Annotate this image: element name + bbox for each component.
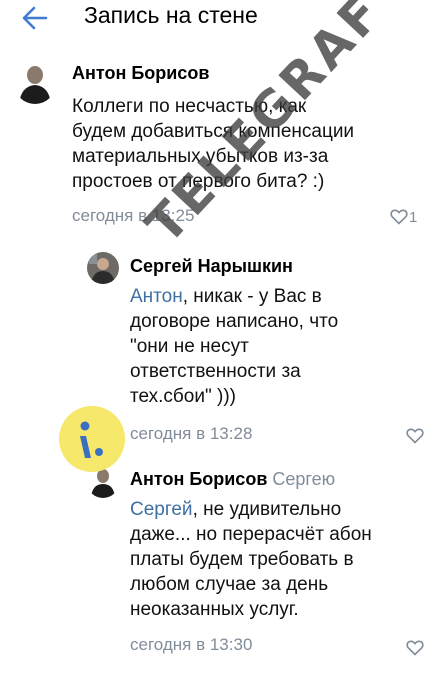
comment-date: сегодня в 13:28: [130, 424, 253, 443]
comment-author[interactable]: Антон Борисов Сергею: [130, 469, 335, 490]
comment-date: сегодня в 13:30: [130, 635, 253, 654]
mention-link[interactable]: Антон: [130, 286, 183, 307]
reply-to[interactable]: Сергею: [272, 469, 335, 489]
heart-icon: [406, 640, 424, 656]
telegraf-logo: [59, 406, 125, 472]
arrow-left-icon: [22, 6, 48, 30]
heart-icon: [390, 209, 408, 225]
comment-author[interactable]: Антон Борисов: [72, 63, 209, 84]
comment-date: сегодня в 13:25: [72, 206, 195, 225]
comment-text: Антон, никак - у Вас в договоре написано…: [130, 286, 339, 407]
mention-link[interactable]: Сергей: [130, 499, 193, 520]
header: Запись на стене: [0, 0, 428, 40]
page-title: Запись на стене: [84, 2, 258, 28]
back-button[interactable]: [20, 4, 50, 32]
avatar[interactable]: [87, 252, 119, 284]
comment-author[interactable]: Сергей Нарышкин: [130, 256, 293, 277]
comment-text: Коллеги по несчастью, как будем добавить…: [72, 96, 355, 192]
like-button[interactable]: [406, 427, 428, 447]
avatar[interactable]: [87, 466, 119, 498]
heart-icon: [406, 428, 424, 444]
comment-text: Сергей, не удивительно даже... но перера…: [130, 499, 372, 620]
like-button[interactable]: [406, 639, 428, 659]
avatar[interactable]: [14, 62, 56, 104]
like-button[interactable]: 1: [390, 208, 418, 228]
like-count: 1: [409, 209, 418, 226]
